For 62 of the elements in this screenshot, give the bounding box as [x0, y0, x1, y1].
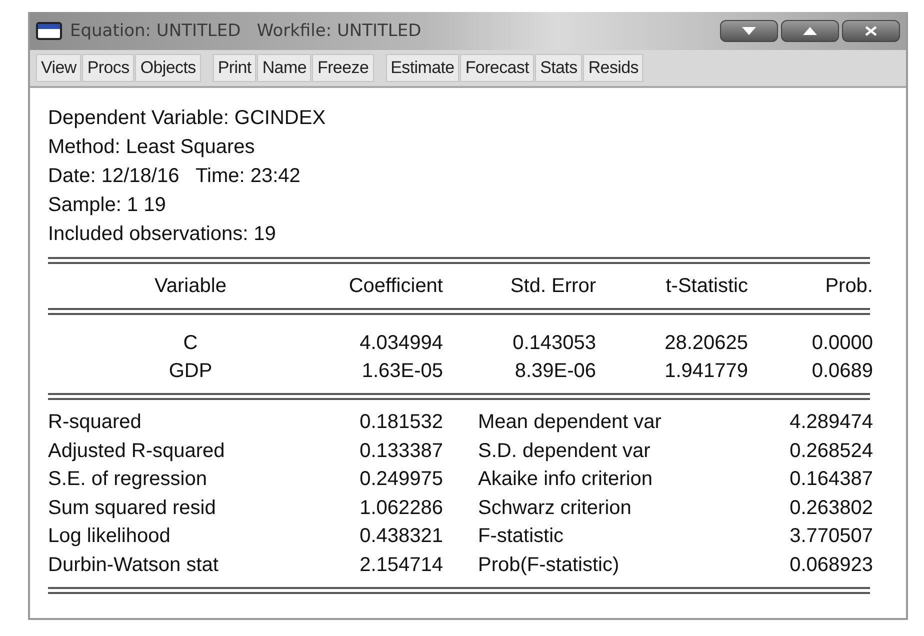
column-header: Prob. — [824, 274, 873, 299]
toolbar-button[interactable]: View — [36, 54, 82, 82]
table-cell-text: 28.20625 — [664, 331, 748, 356]
column-header: Coefficient — [348, 274, 443, 299]
statistic-label: Mean dependent var — [477, 410, 662, 435]
statistic-value: 0.068923 — [788, 552, 873, 578]
table-cell-text: 0.0000 — [810, 331, 873, 356]
toolbar-button[interactable]: Freeze — [312, 54, 374, 82]
close-button[interactable] — [842, 20, 900, 42]
statistic-label: Sum squared resid — [48, 496, 217, 520]
up-arrow-icon — [803, 27, 817, 35]
table-cell-text: 4.034994 — [358, 331, 443, 356]
header-line: Sample: 1 19 — [48, 193, 167, 218]
statistic-value: 0.263802 — [788, 496, 873, 520]
statistic-label: S.E. of regression — [48, 467, 208, 492]
statistic-label: Prob(F-statistic) — [477, 552, 620, 578]
statistic-value: 1.062286 — [358, 496, 443, 520]
toolbar-button[interactable]: Forecast — [460, 54, 534, 82]
header-line: Dependent Variable: GCINDEX — [48, 106, 327, 131]
header-line: Date: 12/18/16 Time: 23:42 — [48, 164, 302, 189]
toolbar-button[interactable]: Procs — [82, 54, 134, 82]
header-line: Method: Least Squares — [48, 135, 256, 160]
statistic-value: 3.770507 — [788, 524, 873, 549]
statistic-label: Schwarz criterion — [477, 496, 632, 520]
toolbar-button[interactable]: Objects — [135, 54, 201, 82]
statistic-label: R-squared — [48, 410, 142, 435]
statistic-value: 0.164387 — [788, 467, 873, 492]
table-cell-text: 0.0689 — [810, 359, 873, 384]
minimize-button[interactable] — [720, 20, 778, 42]
table-cell-text: 0.143053 — [512, 331, 596, 356]
column-header: t-Statistic — [664, 274, 748, 299]
statistic-value: 0.133387 — [358, 438, 443, 464]
window-icon — [36, 22, 62, 40]
maximize-button[interactable] — [781, 20, 839, 42]
statistic-value: 2.154714 — [358, 552, 443, 578]
header-line: Included observations: 19 — [48, 222, 277, 247]
table-cell-text: GDP — [168, 359, 214, 384]
statistic-label: Akaike info criterion — [477, 467, 654, 492]
statistic-label: Log likelihood — [48, 524, 172, 549]
statistic-value: 0.268524 — [788, 438, 873, 464]
table-cell-text: 1.941779 — [664, 359, 748, 384]
down-arrow-icon — [742, 27, 756, 35]
table-cell-text: 8.39E-06 — [514, 359, 596, 384]
statistic-value: 0.181532 — [358, 410, 443, 435]
column-header: Variable — [154, 274, 228, 299]
toolbar-button[interactable]: Print — [212, 54, 256, 82]
column-header: Std. Error — [509, 274, 596, 299]
statistic-label: F-statistic — [477, 524, 565, 549]
statistic-value: 4.289474 — [788, 410, 873, 435]
statistic-value: 0.438321 — [358, 524, 443, 549]
toolbar-button[interactable]: Stats — [535, 54, 582, 82]
table-cell-text: 1.63E-05 — [360, 359, 443, 384]
toolbar-button[interactable]: Name — [257, 54, 312, 82]
statistic-label: Durbin-Watson stat — [48, 552, 220, 578]
close-icon — [865, 26, 877, 36]
toolbar-button[interactable]: Estimate — [386, 54, 460, 82]
table-cell-text: C — [182, 331, 199, 356]
statistic-label: Adjusted R-squared — [48, 438, 226, 464]
window-title: Equation: UNTITLED Workfile: UNTITLED — [70, 21, 422, 41]
statistic-value: 0.249975 — [358, 467, 443, 492]
statistic-label: S.D. dependent var — [477, 438, 652, 464]
toolbar-button[interactable]: Resids — [583, 54, 644, 82]
